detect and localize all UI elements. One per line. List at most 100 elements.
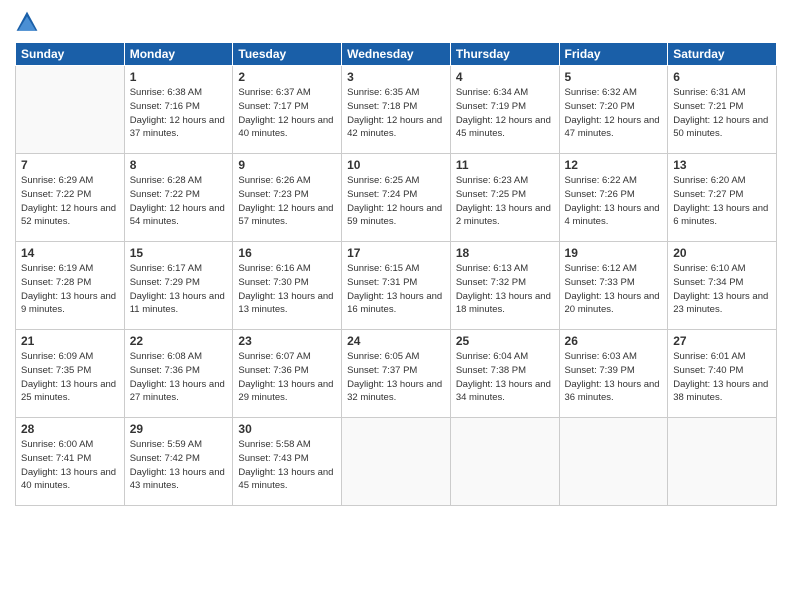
cell-info: Sunrise: 6:16 AM Sunset: 7:30 PM Dayligh… — [238, 262, 336, 317]
logo — [15, 10, 43, 34]
cell-info: Sunrise: 6:00 AM Sunset: 7:41 PM Dayligh… — [21, 438, 119, 493]
cal-cell-0-6: 6Sunrise: 6:31 AM Sunset: 7:21 PM Daylig… — [668, 66, 777, 154]
day-number: 30 — [238, 422, 336, 436]
day-number: 25 — [456, 334, 554, 348]
day-number: 18 — [456, 246, 554, 260]
day-number: 12 — [565, 158, 663, 172]
cal-cell-4-5 — [559, 418, 668, 506]
cal-cell-2-5: 19 Sunrise: 6:12 AM Sunset: 7:33 PM Dayli… — [559, 242, 668, 330]
cal-cell-1-2: 9 Sunrise: 6:26 AM Sunset: 7:23 PM Daylig… — [233, 154, 342, 242]
week-row-3: 21 Sunrise: 6:09 AM Sunset: 7:35 PM Dayli… — [16, 330, 777, 418]
cal-cell-2-1: 15 Sunrise: 6:17 AM Sunset: 7:29 PM Dayli… — [124, 242, 233, 330]
cell-info: Sunrise: 6:19 AM Sunset: 7:28 PM Dayligh… — [21, 262, 119, 317]
week-row-2: 14 Sunrise: 6:19 AM Sunset: 7:28 PM Dayli… — [16, 242, 777, 330]
day-header-monday: Monday — [124, 43, 233, 66]
cal-cell-0-2: 2 Sunrise: 6:37 AM Sunset: 7:17 PM Daylig… — [233, 66, 342, 154]
day-number: 22 — [130, 334, 228, 348]
day-number: 28 — [21, 422, 119, 436]
cal-cell-3-3: 24 Sunrise: 6:05 AM Sunset: 7:37 PM Dayli… — [342, 330, 451, 418]
day-number: 4 — [456, 70, 554, 84]
cell-info: Sunrise: 6:08 AM Sunset: 7:36 PM Dayligh… — [130, 350, 228, 405]
cal-cell-2-3: 17Sunrise: 6:15 AM Sunset: 7:31 PM Dayli… — [342, 242, 451, 330]
cell-info: Sunrise: 6:13 AM Sunset: 7:32 PM Dayligh… — [456, 262, 554, 317]
cal-cell-2-2: 16 Sunrise: 6:16 AM Sunset: 7:30 PM Dayli… — [233, 242, 342, 330]
day-number: 20 — [673, 246, 771, 260]
week-row-1: 7 Sunrise: 6:29 AM Sunset: 7:22 PM Daylig… — [16, 154, 777, 242]
day-number: 29 — [130, 422, 228, 436]
cal-cell-1-0: 7 Sunrise: 6:29 AM Sunset: 7:22 PM Daylig… — [16, 154, 125, 242]
cell-info: Sunrise: 6:12 AM Sunset: 7:33 PM Dayligh… — [565, 262, 663, 317]
cal-cell-4-2: 30 Sunrise: 5:58 AM Sunset: 7:43 PM Dayli… — [233, 418, 342, 506]
cal-cell-1-4: 11 Sunrise: 6:23 AM Sunset: 7:25 PM Dayli… — [450, 154, 559, 242]
cal-cell-4-4 — [450, 418, 559, 506]
cal-cell-3-2: 23Sunrise: 6:07 AM Sunset: 7:36 PM Dayli… — [233, 330, 342, 418]
cell-info: Sunrise: 6:23 AM Sunset: 7:25 PM Dayligh… — [456, 174, 554, 229]
cal-cell-0-1: 1 Sunrise: 6:38 AM Sunset: 7:16 PM Daylig… — [124, 66, 233, 154]
cal-cell-3-4: 25Sunrise: 6:04 AM Sunset: 7:38 PM Dayli… — [450, 330, 559, 418]
cal-cell-3-6: 27Sunrise: 6:01 AM Sunset: 7:40 PM Dayli… — [668, 330, 777, 418]
day-number: 11 — [456, 158, 554, 172]
week-row-4: 28 Sunrise: 6:00 AM Sunset: 7:41 PM Dayli… — [16, 418, 777, 506]
calendar-container: SundayMondayTuesdayWednesdayThursdayFrid… — [0, 0, 792, 612]
day-number: 21 — [21, 334, 119, 348]
cal-cell-0-0 — [16, 66, 125, 154]
day-header-saturday: Saturday — [668, 43, 777, 66]
cell-info: Sunrise: 6:35 AM Sunset: 7:18 PM Dayligh… — [347, 86, 445, 141]
cal-cell-4-6 — [668, 418, 777, 506]
day-header-tuesday: Tuesday — [233, 43, 342, 66]
cell-info: Sunrise: 6:37 AM Sunset: 7:17 PM Dayligh… — [238, 86, 336, 141]
day-number: 14 — [21, 246, 119, 260]
cal-cell-1-3: 10Sunrise: 6:25 AM Sunset: 7:24 PM Dayli… — [342, 154, 451, 242]
day-number: 1 — [130, 70, 228, 84]
week-row-0: 1 Sunrise: 6:38 AM Sunset: 7:16 PM Daylig… — [16, 66, 777, 154]
cal-cell-1-1: 8 Sunrise: 6:28 AM Sunset: 7:22 PM Daylig… — [124, 154, 233, 242]
cell-info: Sunrise: 6:26 AM Sunset: 7:23 PM Dayligh… — [238, 174, 336, 229]
cell-info: Sunrise: 6:34 AM Sunset: 7:19 PM Dayligh… — [456, 86, 554, 141]
cell-info: Sunrise: 6:29 AM Sunset: 7:22 PM Dayligh… — [21, 174, 119, 229]
day-number: 13 — [673, 158, 771, 172]
day-header-friday: Friday — [559, 43, 668, 66]
day-header-row: SundayMondayTuesdayWednesdayThursdayFrid… — [16, 43, 777, 66]
cal-cell-3-0: 21 Sunrise: 6:09 AM Sunset: 7:35 PM Dayli… — [16, 330, 125, 418]
cal-cell-2-6: 20 Sunrise: 6:10 AM Sunset: 7:34 PM Dayli… — [668, 242, 777, 330]
day-number: 8 — [130, 158, 228, 172]
cal-cell-3-1: 22 Sunrise: 6:08 AM Sunset: 7:36 PM Dayli… — [124, 330, 233, 418]
cal-cell-2-0: 14 Sunrise: 6:19 AM Sunset: 7:28 PM Dayli… — [16, 242, 125, 330]
cell-info: Sunrise: 5:59 AM Sunset: 7:42 PM Dayligh… — [130, 438, 228, 493]
day-number: 24 — [347, 334, 445, 348]
day-number: 19 — [565, 246, 663, 260]
day-header-thursday: Thursday — [450, 43, 559, 66]
cal-cell-1-6: 13 Sunrise: 6:20 AM Sunset: 7:27 PM Dayli… — [668, 154, 777, 242]
cell-info: Sunrise: 6:01 AM Sunset: 7:40 PM Dayligh… — [673, 350, 771, 405]
day-number: 15 — [130, 246, 228, 260]
day-number: 16 — [238, 246, 336, 260]
day-number: 23 — [238, 334, 336, 348]
cell-info: Sunrise: 6:05 AM Sunset: 7:37 PM Dayligh… — [347, 350, 445, 405]
cell-info: Sunrise: 6:31 AM Sunset: 7:21 PM Dayligh… — [673, 86, 771, 141]
cell-info: Sunrise: 5:58 AM Sunset: 7:43 PM Dayligh… — [238, 438, 336, 493]
cell-info: Sunrise: 6:20 AM Sunset: 7:27 PM Dayligh… — [673, 174, 771, 229]
header-area — [15, 10, 777, 34]
cal-cell-0-3: 3Sunrise: 6:35 AM Sunset: 7:18 PM Daylig… — [342, 66, 451, 154]
cell-info: Sunrise: 6:17 AM Sunset: 7:29 PM Dayligh… — [130, 262, 228, 317]
cell-info: Sunrise: 6:38 AM Sunset: 7:16 PM Dayligh… — [130, 86, 228, 141]
cal-cell-3-5: 26Sunrise: 6:03 AM Sunset: 7:39 PM Dayli… — [559, 330, 668, 418]
cell-info: Sunrise: 6:10 AM Sunset: 7:34 PM Dayligh… — [673, 262, 771, 317]
cell-info: Sunrise: 6:32 AM Sunset: 7:20 PM Dayligh… — [565, 86, 663, 141]
day-number: 7 — [21, 158, 119, 172]
day-number: 9 — [238, 158, 336, 172]
cal-cell-4-0: 28 Sunrise: 6:00 AM Sunset: 7:41 PM Dayli… — [16, 418, 125, 506]
day-number: 26 — [565, 334, 663, 348]
day-header-sunday: Sunday — [16, 43, 125, 66]
day-number: 17 — [347, 246, 445, 260]
day-number: 2 — [238, 70, 336, 84]
cal-cell-0-4: 4 Sunrise: 6:34 AM Sunset: 7:19 PM Daylig… — [450, 66, 559, 154]
cal-cell-0-5: 5Sunrise: 6:32 AM Sunset: 7:20 PM Daylig… — [559, 66, 668, 154]
cell-info: Sunrise: 6:09 AM Sunset: 7:35 PM Dayligh… — [21, 350, 119, 405]
cal-cell-4-1: 29 Sunrise: 5:59 AM Sunset: 7:42 PM Dayli… — [124, 418, 233, 506]
day-header-wednesday: Wednesday — [342, 43, 451, 66]
cell-info: Sunrise: 6:28 AM Sunset: 7:22 PM Dayligh… — [130, 174, 228, 229]
cal-cell-2-4: 18 Sunrise: 6:13 AM Sunset: 7:32 PM Dayli… — [450, 242, 559, 330]
cell-info: Sunrise: 6:25 AM Sunset: 7:24 PM Dayligh… — [347, 174, 445, 229]
cal-cell-1-5: 12Sunrise: 6:22 AM Sunset: 7:26 PM Dayli… — [559, 154, 668, 242]
